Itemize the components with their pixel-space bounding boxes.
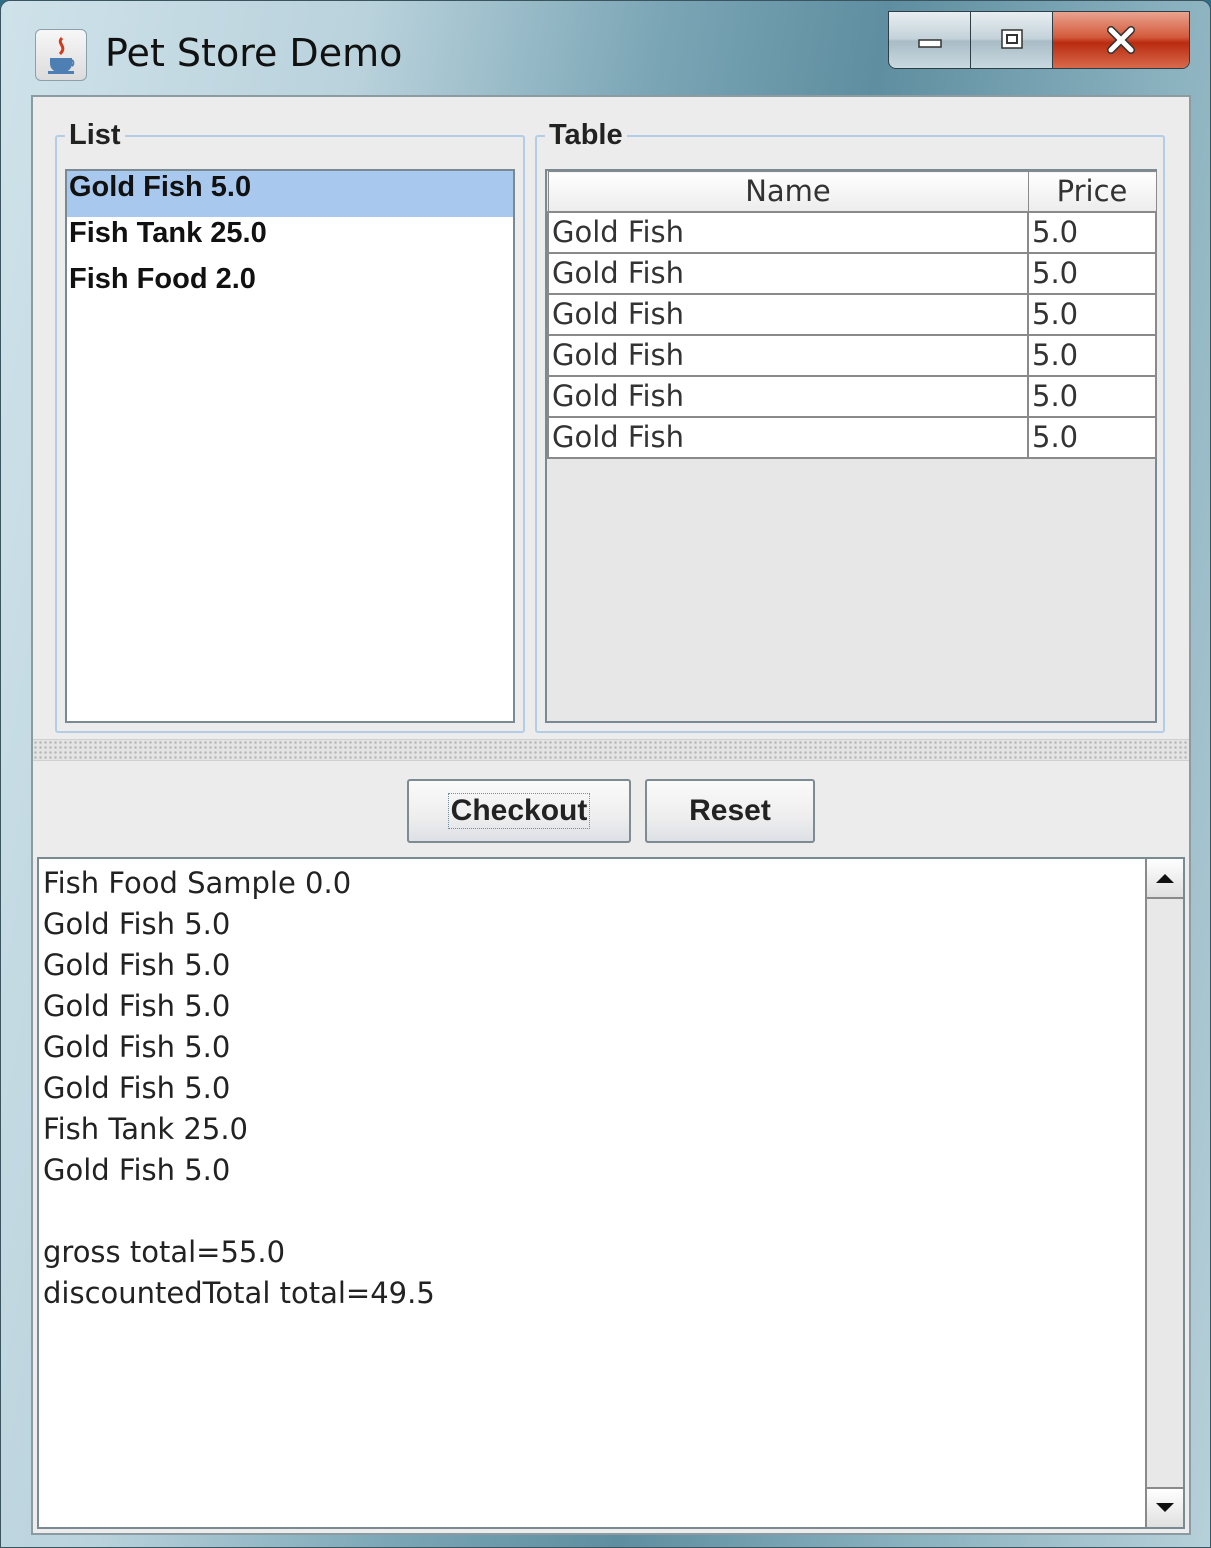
cell-name[interactable]: Gold Fish bbox=[547, 374, 1029, 418]
scroll-up-icon bbox=[1156, 874, 1174, 883]
java-cup-icon[interactable] bbox=[35, 29, 87, 81]
checkout-button-label: Checkout bbox=[447, 793, 591, 829]
table-row[interactable]: Gold Fish 5.0 bbox=[547, 251, 1157, 295]
cell-price[interactable]: 5.0 bbox=[1027, 374, 1157, 418]
list-group-label: List bbox=[65, 119, 125, 152]
column-header-price[interactable]: Price bbox=[1027, 171, 1157, 212]
output-line: Fish Food Sample 0.0 bbox=[43, 866, 352, 900]
output-line: Gold Fish 5.0 bbox=[43, 948, 231, 982]
cell-name[interactable]: Gold Fish bbox=[547, 333, 1029, 377]
output-text: Fish Food Sample 0.0 Gold Fish 5.0 Gold … bbox=[43, 863, 435, 1314]
scroll-down-button[interactable] bbox=[1147, 1487, 1183, 1527]
minimize-icon bbox=[917, 39, 942, 48]
cell-price[interactable]: 5.0 bbox=[1027, 210, 1157, 254]
cart-table[interactable]: Name Price Gold Fish 5.0 Gold Fish 5.0 G… bbox=[545, 169, 1157, 723]
table-row[interactable]: Gold Fish 5.0 bbox=[547, 415, 1157, 459]
minimize-button[interactable] bbox=[889, 12, 971, 68]
app-window: Pet Store Demo List Gold Fish 5.0 Fish T… bbox=[0, 0, 1211, 1548]
cell-price[interactable]: 5.0 bbox=[1027, 415, 1157, 459]
output-line: Fish Tank 25.0 bbox=[43, 1112, 248, 1146]
list-item[interactable]: Gold Fish 5.0 bbox=[67, 171, 513, 217]
list-item[interactable]: Fish Food 2.0 bbox=[67, 263, 513, 309]
table-row[interactable]: Gold Fish 5.0 bbox=[547, 333, 1157, 377]
scroll-down-icon bbox=[1156, 1503, 1174, 1512]
output-text-area[interactable]: Fish Food Sample 0.0 Gold Fish 5.0 Gold … bbox=[37, 857, 1185, 1529]
table-row[interactable]: Gold Fish 5.0 bbox=[547, 210, 1157, 254]
content-pane: List Gold Fish 5.0 Fish Tank 25.0 Fish F… bbox=[31, 95, 1191, 1535]
vertical-scrollbar[interactable] bbox=[1145, 859, 1183, 1527]
output-line: Gold Fish 5.0 bbox=[43, 907, 231, 941]
output-line: discountedTotal total=49.5 bbox=[43, 1276, 435, 1310]
cell-price[interactable]: 5.0 bbox=[1027, 333, 1157, 377]
cell-name[interactable]: Gold Fish bbox=[547, 251, 1029, 295]
cell-name[interactable]: Gold Fish bbox=[547, 292, 1029, 336]
output-line: Gold Fish 5.0 bbox=[43, 1030, 231, 1064]
table-group-label: Table bbox=[545, 119, 627, 152]
cell-name[interactable]: Gold Fish bbox=[547, 415, 1029, 459]
table-row[interactable]: Gold Fish 5.0 bbox=[547, 374, 1157, 418]
close-button[interactable] bbox=[1053, 12, 1189, 68]
cell-price[interactable]: 5.0 bbox=[1027, 251, 1157, 295]
table-row[interactable]: Gold Fish 5.0 bbox=[547, 292, 1157, 336]
pet-list[interactable]: Gold Fish 5.0 Fish Tank 25.0 Fish Food 2… bbox=[65, 169, 515, 723]
maximize-icon bbox=[1000, 29, 1023, 49]
title-bar[interactable]: Pet Store Demo bbox=[1, 1, 1210, 93]
cell-price[interactable]: 5.0 bbox=[1027, 292, 1157, 336]
scroll-up-button[interactable] bbox=[1147, 859, 1183, 899]
close-icon bbox=[1107, 26, 1135, 54]
output-line: Gold Fish 5.0 bbox=[43, 1153, 231, 1187]
maximize-button[interactable] bbox=[971, 12, 1053, 68]
caption-buttons bbox=[888, 11, 1190, 69]
list-item[interactable]: Fish Tank 25.0 bbox=[67, 217, 513, 263]
output-line: Gold Fish 5.0 bbox=[43, 1071, 231, 1105]
reset-button[interactable]: Reset bbox=[645, 779, 815, 843]
checkout-button[interactable]: Checkout bbox=[407, 779, 631, 843]
cell-name[interactable]: Gold Fish bbox=[547, 210, 1029, 254]
window-title: Pet Store Demo bbox=[105, 31, 403, 75]
output-line: gross total=55.0 bbox=[43, 1235, 286, 1269]
split-pane-divider[interactable] bbox=[33, 739, 1189, 761]
output-line: Gold Fish 5.0 bbox=[43, 989, 231, 1023]
column-header-name[interactable]: Name bbox=[547, 171, 1029, 212]
